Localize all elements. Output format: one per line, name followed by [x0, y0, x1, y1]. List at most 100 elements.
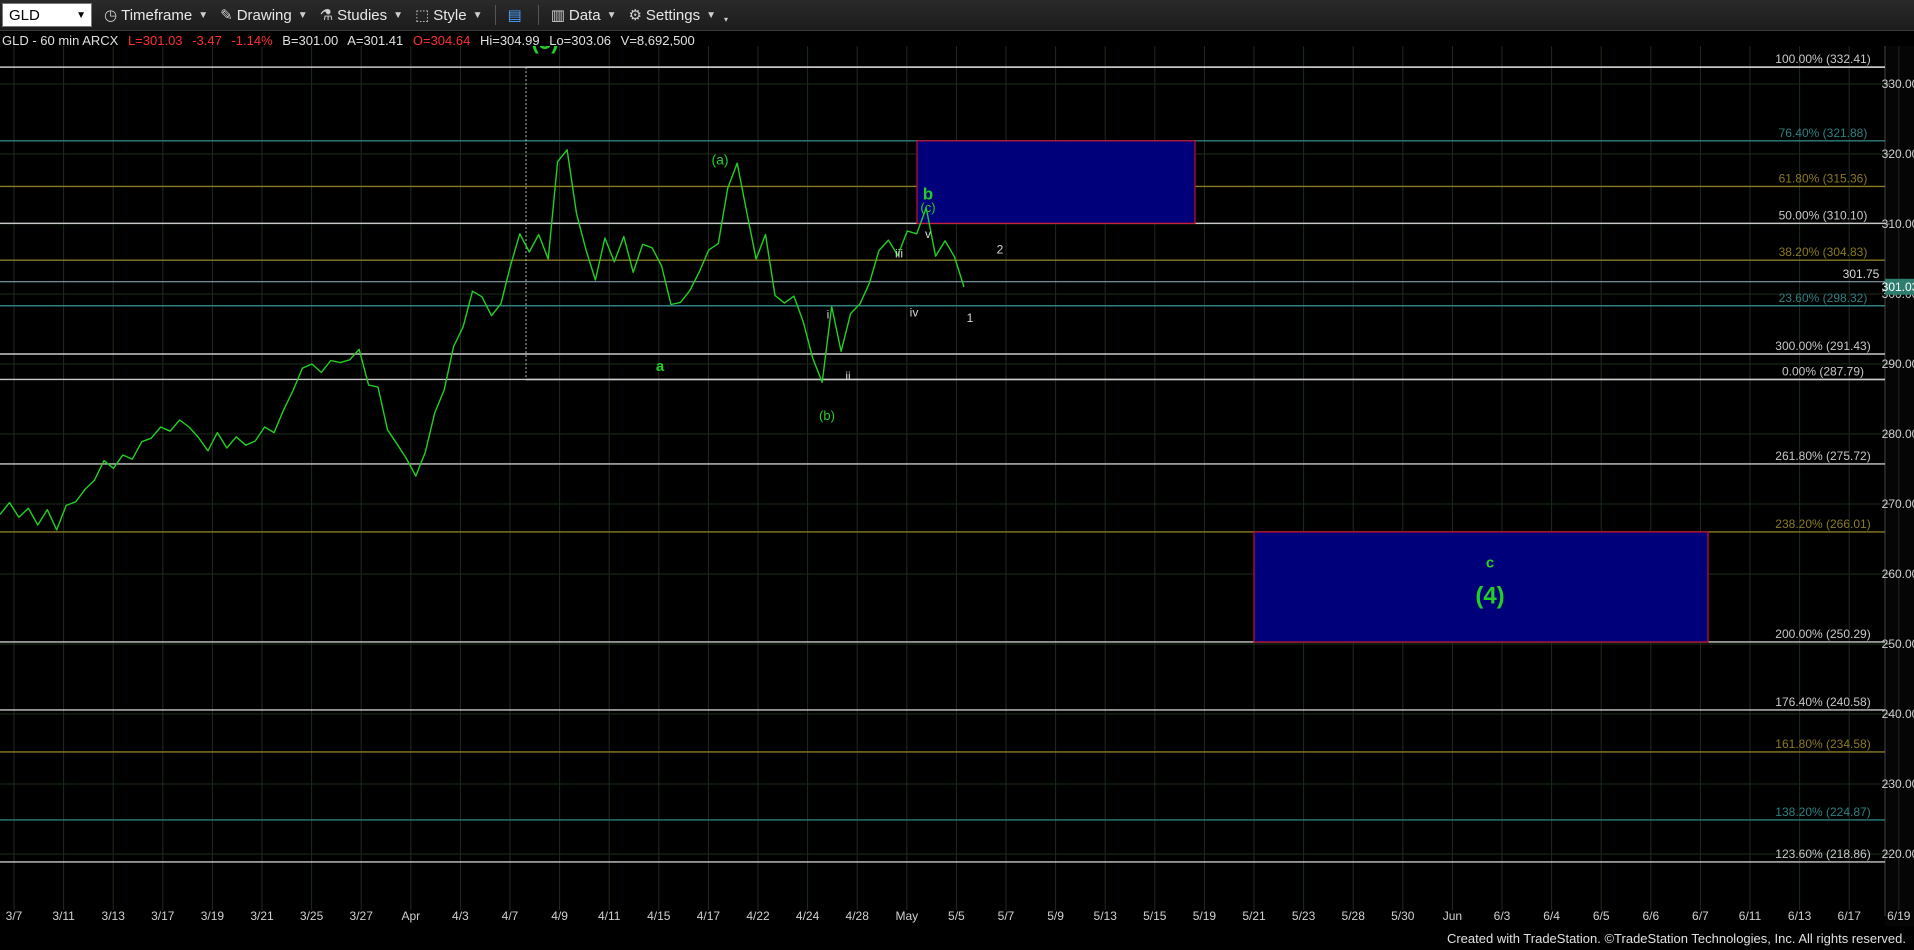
wave-label: (a) — [711, 152, 728, 168]
settings-label: Settings — [645, 6, 701, 24]
count-label: iii — [895, 247, 903, 261]
x-tick-label: 3/19 — [201, 909, 225, 923]
fib-level-label: 123.60% (218.86) — [1775, 847, 1870, 861]
x-tick-label: 4/7 — [502, 909, 519, 923]
chart-toolbar: GLD ▼ ◷ Timeframe ▼ ✎ Drawing ▼ ⚗ Studie… — [0, 0, 1914, 31]
style-icon: ⬚ — [415, 7, 430, 24]
wave-label: (c) — [920, 200, 935, 215]
symbol-dropdown[interactable]: GLD ▼ — [2, 3, 92, 27]
x-tick-label: 3/21 — [250, 909, 274, 923]
flask-icon: ⚗ — [319, 7, 334, 24]
drawing-menu[interactable]: ✎ Drawing ▼ — [220, 6, 308, 25]
x-tick-label: 6/6 — [1642, 909, 1659, 923]
count-label: ii — [845, 369, 850, 383]
x-tick-label: 6/13 — [1788, 909, 1812, 923]
x-tick-label: May — [895, 909, 918, 923]
count-label: 1 — [967, 311, 974, 325]
y-tick-label: 270.00 — [1882, 497, 1914, 511]
tradestation-credit: Created with TradeStation. ©TradeStation… — [1446, 931, 1906, 946]
fib-level-label: 23.60% (298.32) — [1779, 291, 1868, 305]
studies-label: Studies — [337, 6, 388, 24]
x-tick-label: 3/11 — [52, 909, 75, 923]
toolbar-divider — [537, 5, 539, 25]
x-tick-label: 5/21 — [1242, 909, 1266, 923]
chevron-down-icon: ▼ — [393, 9, 404, 21]
pencil-icon: ✎ — [220, 7, 233, 24]
fib-level-label: 138.20% (224.87) — [1775, 805, 1870, 819]
price-chart[interactable]: 220.00 230.00 240.00 250.00 260.00 270.00 280.… — [0, 46, 1914, 926]
x-tick-label: 5/5 — [948, 909, 965, 923]
y-tick-label: 310.00 — [1882, 217, 1914, 231]
fib-level-label: 200.00% (250.29) — [1775, 627, 1870, 641]
x-tick-label: 6/7 — [1692, 909, 1709, 923]
wave-label: c — [1486, 555, 1494, 572]
x-tick-label: 5/9 — [1047, 909, 1064, 923]
x-tick-label: 3/17 — [151, 909, 175, 923]
layout-button[interactable]: ▤ — [508, 6, 526, 24]
bar-chart-icon: ▥ — [550, 7, 565, 24]
x-tick-label: 4/28 — [846, 909, 870, 923]
timeframe-label: Timeframe — [121, 6, 193, 24]
x-tick-label: 3/27 — [350, 909, 374, 923]
x-tick-label: 5/19 — [1193, 909, 1217, 923]
x-tick-label: 3/13 — [102, 909, 126, 923]
fib-level-label: 238.20% (266.01) — [1775, 517, 1870, 531]
settings-menu[interactable]: ⚙ Settings ▼ ▾ — [628, 6, 729, 25]
x-tick-label: 5/15 — [1143, 909, 1167, 923]
x-tick-label: 4/22 — [746, 909, 770, 923]
chevron-down-icon: ▼ — [76, 9, 86, 21]
x-tick-label: 4/24 — [796, 909, 820, 923]
fib-level-label: 176.40% (240.58) — [1775, 695, 1870, 709]
chevron-down-icon: ▼ — [198, 9, 209, 21]
y-tick-label: 330.00 — [1882, 77, 1914, 91]
x-tick-label: 5/30 — [1391, 909, 1415, 923]
x-tick-label: 6/3 — [1494, 909, 1511, 923]
x-tick-label: 6/19 — [1887, 909, 1911, 923]
wave-label: a — [656, 358, 665, 375]
studies-menu[interactable]: ⚗ Studies ▼ — [319, 6, 404, 25]
timeframe-menu[interactable]: ◷ Timeframe ▼ — [104, 6, 209, 25]
fib-level-label: 50.00% (310.10) — [1779, 208, 1868, 222]
reference-level-label: 301.75 — [1843, 267, 1880, 281]
y-tick-label: 260.00 — [1882, 567, 1914, 581]
fib-level-label: 300.00% (291.43) — [1775, 339, 1870, 353]
y-tick-label: 230.00 — [1882, 777, 1914, 791]
x-tick-label: 6/11 — [1739, 909, 1762, 923]
symbol-text: GLD — [9, 6, 40, 24]
chevron-down-icon: ▼ — [472, 9, 483, 21]
count-label: v — [925, 227, 931, 241]
y-tick-label: 240.00 — [1882, 707, 1914, 721]
wave-label: (3) — [532, 46, 559, 54]
x-tick-label: 6/17 — [1838, 909, 1862, 923]
fib-level-label: 0.00% (287.79) — [1782, 364, 1864, 378]
chevron-down-icon: ▾ — [724, 14, 729, 24]
x-tick-label: Apr — [401, 909, 420, 923]
y-tick-label: 320.00 — [1882, 147, 1914, 161]
x-tick-label: 5/28 — [1342, 909, 1366, 923]
x-tick-label: 4/11 — [598, 909, 621, 923]
style-menu[interactable]: ⬚ Style ▼ — [415, 6, 483, 25]
chevron-down-icon: ▼ — [297, 9, 308, 21]
x-tick-label: 6/4 — [1543, 909, 1560, 923]
target-box-b — [916, 140, 1196, 224]
style-label: Style — [433, 6, 467, 24]
count-label: 2 — [997, 242, 1004, 256]
fib-level-label: 261.80% (275.72) — [1775, 449, 1870, 463]
x-tick-label: 4/3 — [452, 909, 469, 923]
fib-level-label: 76.40% (321.88) — [1779, 126, 1868, 140]
x-tick-label: 5/7 — [998, 909, 1015, 923]
y-tick-label: 250.00 — [1882, 637, 1914, 651]
wave-label: (b) — [819, 408, 835, 423]
last-price-label: 301.03 — [1882, 280, 1914, 294]
data-label: Data — [568, 6, 601, 24]
x-tick-label: 3/25 — [300, 909, 324, 923]
x-tick-label: Jun — [1443, 909, 1462, 923]
clock-icon: ◷ — [104, 7, 118, 24]
x-tick-label: 4/9 — [551, 909, 568, 923]
data-menu[interactable]: ▥ Data ▼ — [550, 6, 617, 25]
chevron-down-icon: ▼ — [606, 9, 617, 21]
fib-level-label: 100.00% (332.41) — [1775, 52, 1870, 66]
x-tick-label: 4/17 — [697, 909, 721, 923]
gear-icon: ⚙ — [628, 7, 642, 24]
y-tick-label: 220.00 — [1882, 847, 1914, 861]
